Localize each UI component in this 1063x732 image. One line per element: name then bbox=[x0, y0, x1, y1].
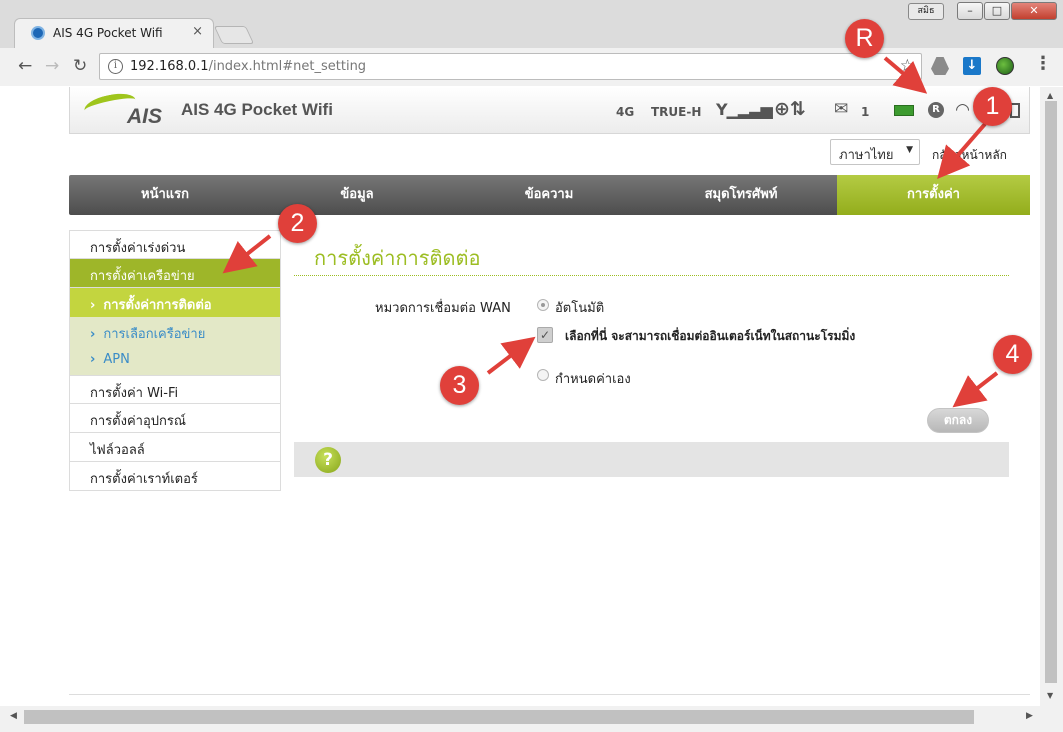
address-bar[interactable]: i 192.168.0.1/index.html#net_setting ☆ bbox=[99, 53, 922, 80]
nav-phonebook[interactable]: สมุดโทรศัพท์ bbox=[645, 175, 837, 215]
help-bar: ? bbox=[294, 442, 1009, 477]
nav-settings[interactable]: การตั้งค่า bbox=[837, 175, 1030, 215]
roaming-icon: R bbox=[928, 102, 944, 118]
favicon-icon bbox=[31, 26, 45, 40]
chevron-right-icon: › bbox=[90, 352, 96, 367]
scroll-thumb[interactable] bbox=[1045, 101, 1057, 683]
annotation-4: 4 bbox=[993, 335, 1032, 374]
ok-button[interactable]: ตกลง bbox=[927, 408, 989, 433]
tab-close-icon[interactable]: × bbox=[192, 24, 203, 39]
annotation-2: 2 bbox=[278, 204, 317, 243]
url-host: 192.168.0.1 bbox=[130, 59, 209, 74]
scroll-up-icon[interactable]: ▲ bbox=[1047, 91, 1053, 100]
close-window-button[interactable]: ✕ bbox=[1011, 2, 1057, 20]
carrier-name: TRUE-H bbox=[651, 105, 702, 119]
back-arrow-icon[interactable]: ← bbox=[18, 56, 32, 76]
chevron-right-icon: › bbox=[90, 298, 96, 313]
sidebar-item-firewall[interactable]: ไฟล์วอลล์ bbox=[69, 433, 281, 462]
scroll-right-icon[interactable]: ▶ bbox=[1026, 711, 1033, 721]
ais-logo: AIS bbox=[82, 89, 168, 128]
battery-icon bbox=[894, 105, 914, 116]
dropdown-caret-icon: ▼ bbox=[906, 145, 913, 155]
browser-tab[interactable]: AIS 4G Pocket Wifi × bbox=[14, 18, 214, 48]
new-tab-button[interactable] bbox=[213, 26, 255, 44]
manual-radio[interactable] bbox=[537, 369, 549, 381]
sidebar-subitem-label: การเลือกเครือข่าย bbox=[103, 327, 206, 342]
annotation-1: 1 bbox=[973, 87, 1012, 126]
annotation-3: 3 bbox=[440, 366, 479, 405]
forward-arrow-icon[interactable]: → bbox=[45, 56, 59, 76]
signal-strength-icon: Y▁▂▃▅ bbox=[716, 100, 773, 119]
main-navigation: หน้าแรก ข้อมูล ข้อความ สมุดโทรศัพท์ การต… bbox=[69, 175, 1030, 215]
browser-toolbar: ← → ↻ i 192.168.0.1/index.html#net_setti… bbox=[0, 48, 1063, 86]
site-title: AIS 4G Pocket Wifi bbox=[181, 100, 333, 119]
nav-home[interactable]: หน้าแรก bbox=[69, 175, 261, 215]
logo-text: AIS bbox=[127, 105, 163, 128]
tab-title: AIS 4G Pocket Wifi bbox=[53, 26, 163, 40]
sidebar-item-router[interactable]: การตั้งค่าเราท์เตอร์ bbox=[69, 462, 281, 491]
scroll-down-icon[interactable]: ▼ bbox=[1047, 691, 1053, 700]
sidebar-subitem-label: APN bbox=[103, 352, 130, 367]
maximize-button[interactable]: □ bbox=[984, 2, 1010, 20]
roaming-checkbox-label[interactable]: เลือกที่นี่ จะสามารถเชื่อมต่ออินเตอร์เน็… bbox=[565, 327, 855, 346]
horizontal-scrollbar[interactable]: ◀ ▶ bbox=[0, 706, 1063, 732]
scroll-left-icon[interactable]: ◀ bbox=[10, 711, 17, 721]
tab-strip: AIS 4G Pocket Wifi × สมิธ – □ ✕ bbox=[0, 0, 1063, 48]
network-type: 4G bbox=[616, 105, 635, 119]
download-extension-icon[interactable]: ↓ bbox=[963, 57, 981, 75]
page-viewport: AIS AIS 4G Pocket Wifi 4G TRUE-H Y▁▂▃▅ ⊕… bbox=[0, 87, 1040, 706]
browser-chrome: AIS 4G Pocket Wifi × สมิธ – □ ✕ ← → ↻ i … bbox=[0, 0, 1063, 86]
language-select[interactable]: ภาษาไทย ▼ bbox=[830, 139, 920, 165]
back-to-home-link[interactable]: กลับสู่หน้าหลัก bbox=[932, 146, 1007, 165]
unread-count: 1 bbox=[861, 105, 870, 119]
sidebar-subitem-connection[interactable]: › การตั้งค่าการติดต่อ bbox=[69, 288, 281, 317]
wan-mode-label: หมวดการเชื่อมต่อ WAN bbox=[375, 301, 511, 316]
auto-radio-label[interactable]: อัตโนมัติ bbox=[555, 297, 604, 318]
drive-extension-icon[interactable] bbox=[931, 57, 949, 75]
manual-radio-label[interactable]: กำหนดค่าเอง bbox=[555, 368, 631, 389]
mail-icon[interactable]: ✉ bbox=[834, 99, 848, 119]
help-icon[interactable]: ? bbox=[315, 447, 341, 473]
language-value: ภาษาไทย bbox=[839, 148, 894, 163]
settings-side-menu: การตั้งค่าเร่งด่วน การตั้งค่าเครือข่าย ›… bbox=[69, 230, 281, 491]
auto-radio[interactable] bbox=[537, 299, 549, 311]
minimize-button[interactable]: – bbox=[957, 2, 983, 20]
chevron-right-icon: › bbox=[90, 327, 96, 342]
reload-icon[interactable]: ↻ bbox=[73, 56, 87, 76]
sidebar-item-wifi[interactable]: การตั้งค่า Wi-Fi bbox=[69, 375, 281, 404]
site-header: AIS AIS 4G Pocket Wifi 4G TRUE-H Y▁▂▃▅ ⊕… bbox=[69, 87, 1030, 134]
globe-extension-icon[interactable] bbox=[996, 57, 1014, 75]
wifi-icon: ◠ bbox=[956, 100, 970, 120]
page-title: การตั้งค่าการติดต่อ bbox=[314, 246, 481, 270]
annotation-r: R bbox=[845, 19, 884, 58]
nav-messages[interactable]: ข้อความ bbox=[453, 175, 645, 215]
browser-menu-icon[interactable]: ⋮ bbox=[1034, 55, 1052, 73]
heading-divider bbox=[294, 275, 1009, 276]
sidebar-item-network-settings[interactable]: การตั้งค่าเครือข่าย bbox=[69, 259, 281, 288]
scroll-thumb-horizontal[interactable] bbox=[24, 710, 974, 724]
url-path: /index.html#net_setting bbox=[208, 59, 367, 74]
internet-connection-icon: ⊕⇅ bbox=[774, 98, 806, 120]
profile-badge[interactable]: สมิธ bbox=[908, 3, 944, 20]
sidebar-subitem-apn[interactable]: › APN bbox=[69, 346, 281, 375]
bookmark-star-icon[interactable]: ☆ bbox=[900, 56, 915, 76]
sidebar-item-quick-setup[interactable]: การตั้งค่าเร่งด่วน bbox=[69, 230, 281, 259]
url-text: 192.168.0.1/index.html#net_setting bbox=[130, 59, 366, 74]
vertical-scrollbar[interactable]: ▲ ▼ bbox=[1040, 87, 1063, 706]
info-icon[interactable]: i bbox=[108, 59, 123, 74]
footer-divider bbox=[69, 694, 1030, 695]
sidebar-subitem-label: การตั้งค่าการติดต่อ bbox=[103, 298, 212, 313]
roaming-checkbox[interactable]: ✓ bbox=[537, 327, 553, 343]
sidebar-item-device[interactable]: การตั้งค่าอุปกรณ์ bbox=[69, 404, 281, 433]
sidebar-subitem-network-select[interactable]: › การเลือกเครือข่าย bbox=[69, 317, 281, 346]
